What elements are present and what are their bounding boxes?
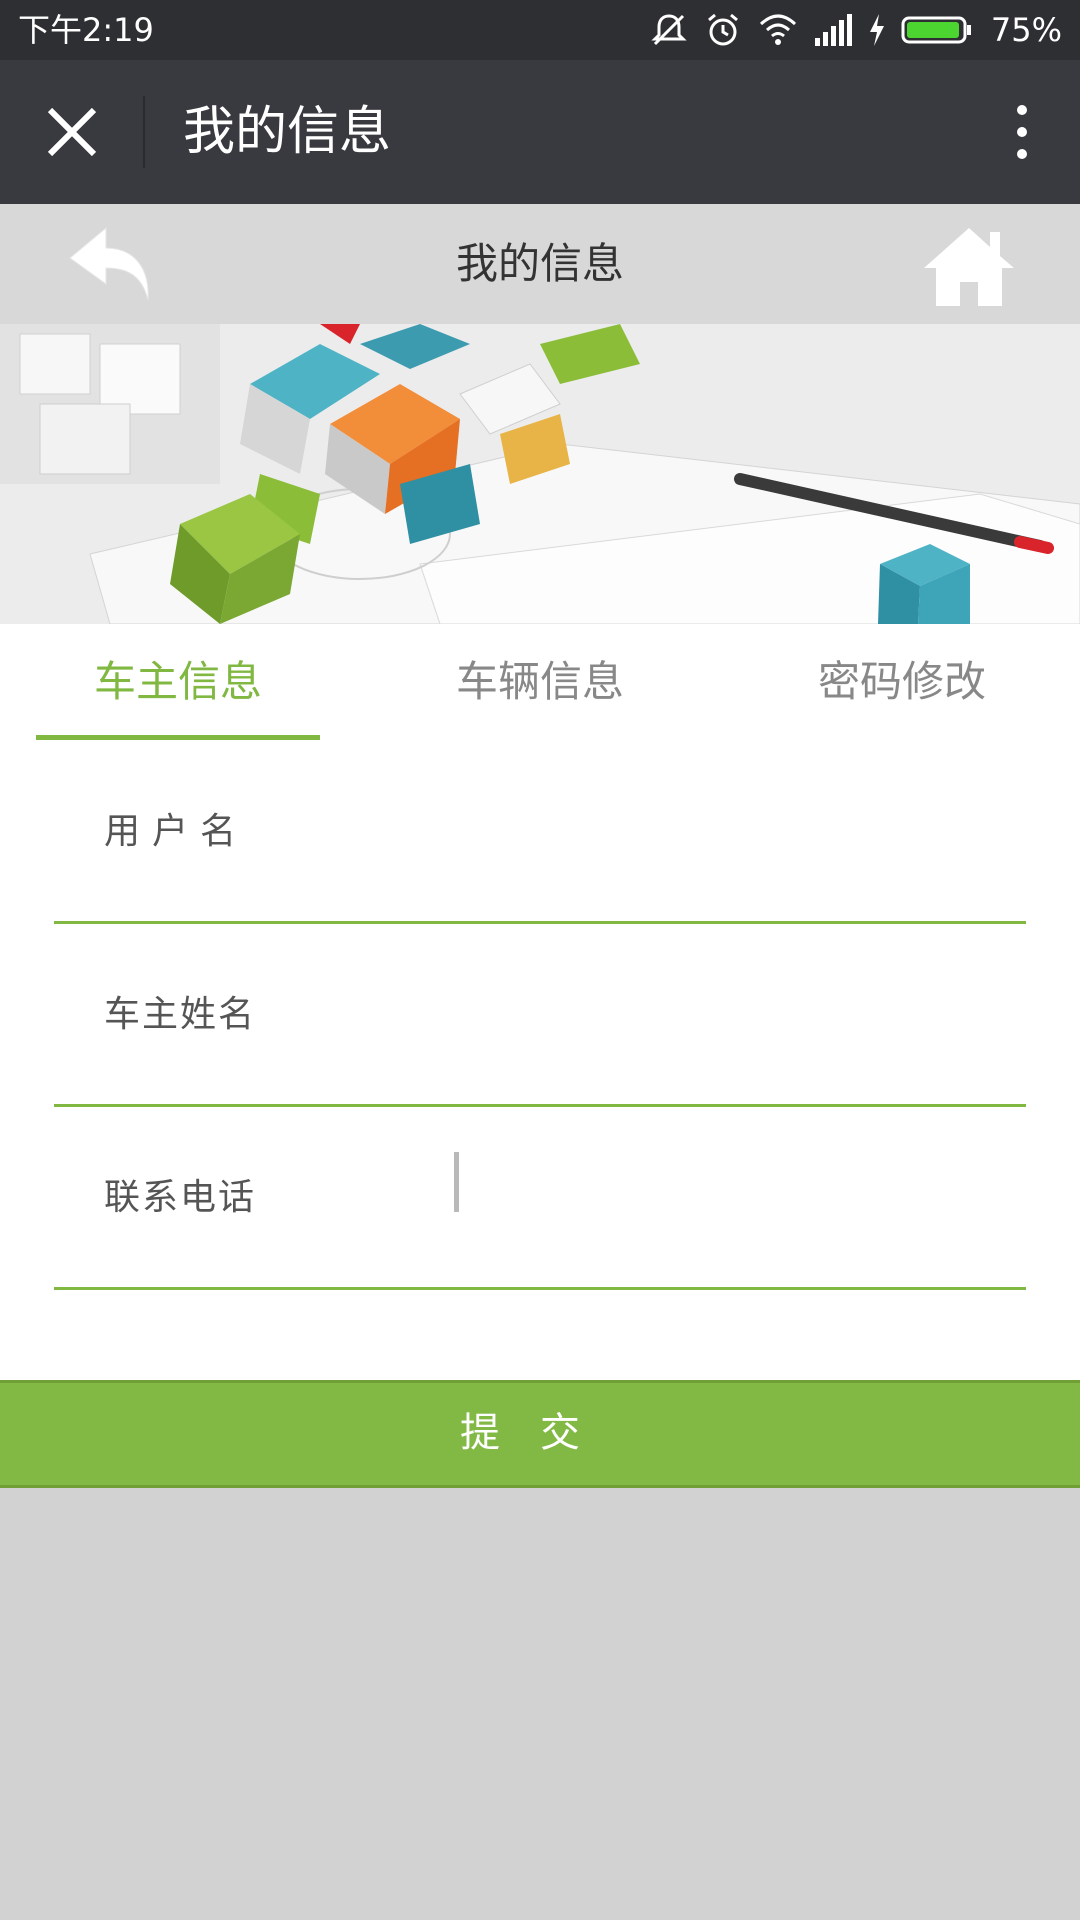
- title-divider: [143, 96, 145, 168]
- tab-owner-info[interactable]: 车主信息: [36, 624, 320, 740]
- battery-icon: [901, 16, 971, 44]
- phone-field: 联系电话: [54, 1106, 1026, 1290]
- close-button[interactable]: [30, 96, 114, 168]
- battery-percentage: 75%: [990, 11, 1062, 49]
- alarm-icon: [707, 13, 738, 46]
- more-button[interactable]: [990, 96, 1054, 168]
- owner-info-form: 用户名 车主姓名 联系电话: [0, 740, 1080, 1380]
- charging-icon: [869, 14, 884, 46]
- more-vertical-icon: [1017, 105, 1027, 115]
- submit-button[interactable]: 提交: [0, 1380, 1080, 1488]
- owner-name-field: 车主姓名: [54, 923, 1026, 1107]
- title-bar: 我的信息: [0, 60, 1080, 204]
- wifi-icon: [759, 14, 796, 45]
- home-button[interactable]: [922, 226, 1016, 308]
- phone-input[interactable]: [444, 1166, 1008, 1232]
- page-header: 我的信息: [0, 204, 1080, 324]
- status-icons: 75%: [649, 8, 1062, 52]
- field-divider: [54, 1287, 1026, 1290]
- username-input[interactable]: [444, 800, 1008, 866]
- owner-name-label: 车主姓名: [104, 994, 257, 1035]
- username-field: 用户名: [54, 740, 1026, 924]
- signal-icon: [814, 14, 852, 46]
- username-label: 用户名: [104, 811, 249, 852]
- banner-image: [0, 324, 1080, 624]
- status-time: 下午2:19: [18, 11, 154, 49]
- tab-bar: 车主信息 车辆信息 密码修改: [0, 624, 1080, 743]
- status-bar: 下午2:19 75%: [0, 0, 1080, 60]
- text-cursor: [454, 1152, 459, 1212]
- close-icon: [47, 107, 97, 157]
- tab-password-change[interactable]: 密码修改: [760, 624, 1044, 740]
- phone-label: 联系电话: [104, 1177, 257, 1218]
- home-icon: [924, 228, 1014, 306]
- page-title: 我的信息: [455, 239, 624, 288]
- window-title: 我的信息: [183, 102, 392, 162]
- mute-icon: [651, 14, 687, 46]
- tab-vehicle-info[interactable]: 车辆信息: [398, 624, 682, 740]
- owner-name-input[interactable]: [444, 983, 1008, 1049]
